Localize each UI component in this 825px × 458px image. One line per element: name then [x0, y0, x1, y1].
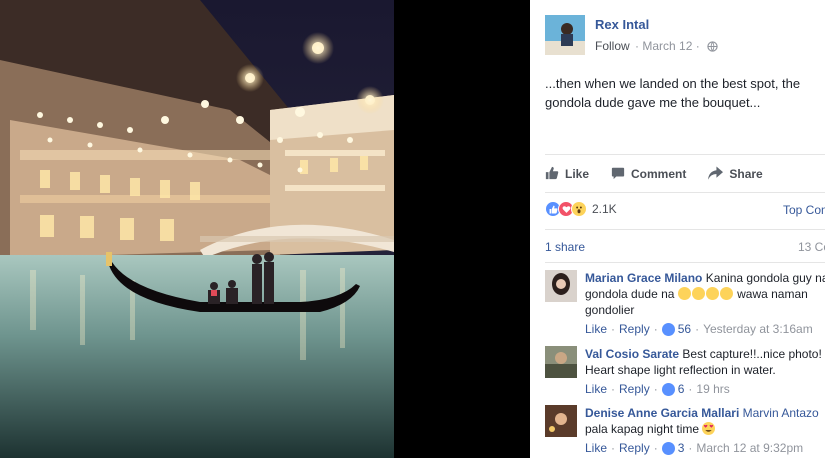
comment-text: Best capture!!..nice photo!: [682, 347, 822, 361]
divider: [545, 229, 825, 230]
divider: [545, 262, 825, 263]
commenter-avatar[interactable]: [545, 270, 577, 302]
comment-like-count[interactable]: 3: [678, 441, 685, 455]
commenter-name[interactable]: Val Cosio Sarate: [585, 347, 679, 361]
comment-reply-link[interactable]: Reply: [619, 382, 650, 396]
comment-label: Comment: [631, 167, 687, 181]
share-count[interactable]: 1 share: [545, 240, 585, 254]
thumbs-up-icon: [661, 322, 675, 336]
lightbox-backdrop: [394, 0, 530, 458]
comments-count[interactable]: 13 Comments: [798, 240, 825, 254]
divider: [545, 192, 825, 193]
commenter-name[interactable]: Denise Anne Garcia Mallari: [585, 406, 739, 420]
footer-separator: ·: [653, 382, 658, 396]
footer-separator: ·: [611, 382, 616, 396]
thumbs-up-icon: [661, 441, 675, 455]
comment-text-line: gondolier: [585, 303, 635, 317]
comment-like-count[interactable]: 56: [678, 322, 691, 336]
reaction-count: 2.1K: [592, 202, 617, 216]
share-button[interactable]: Share: [708, 164, 763, 184]
footer-separator: ·: [653, 322, 658, 336]
share-arrow-icon: [708, 165, 729, 183]
share-label: Share: [729, 167, 763, 181]
post-panel: Rex Intal Follow · March 12 · ...then wh…: [530, 0, 825, 458]
like-button[interactable]: Like: [545, 164, 589, 184]
author-avatar[interactable]: [545, 15, 585, 55]
comment-text-line: gondola dude na: [585, 287, 675, 301]
comment-like-link[interactable]: Like: [585, 322, 607, 336]
post-caption: ...then when we landed on the best spot,…: [545, 76, 801, 110]
follow-link[interactable]: Follow: [595, 39, 630, 53]
comment-like-link[interactable]: Like: [585, 382, 607, 396]
comment-timestamp[interactable]: March 12 at 9:32pm: [696, 441, 803, 455]
thumbs-up-icon: [661, 382, 675, 396]
laughing-emoji-icon: [691, 287, 705, 300]
heart-eyes-emoji-icon: [702, 422, 716, 435]
comment-reply-link[interactable]: Reply: [619, 441, 650, 455]
commenter-name[interactable]: Marian Grace Milano: [585, 271, 702, 285]
post-actions: Like Comment Share: [545, 164, 785, 184]
comment-timestamp[interactable]: 19 hrs: [696, 382, 729, 396]
post-meta: Follow · March 12 ·: [595, 39, 718, 55]
comment-text-after: wawa naman: [737, 287, 808, 301]
wow-reaction-icon: [571, 201, 587, 217]
footer-separator: ·: [688, 382, 693, 396]
divider: [545, 154, 825, 155]
comment-body: Val Cosio Sarate Best capture!!..nice ph…: [585, 346, 825, 378]
comment-text-line: pala kapag night time: [585, 422, 700, 436]
comment-footer: Like · Reply · 3 · March 12 at 9:32pm: [585, 441, 803, 455]
comment-like-link[interactable]: Like: [585, 441, 607, 455]
footer-separator: ·: [611, 322, 616, 336]
comment-reply-link[interactable]: Reply: [619, 322, 650, 336]
post-date[interactable]: March 12: [642, 39, 692, 53]
comment-like-count[interactable]: 6: [678, 382, 685, 396]
top-comments-dropdown[interactable]: Top Comments: [783, 203, 825, 217]
comment-footer: Like · Reply · 6 · 19 hrs: [585, 382, 730, 396]
thumbs-up-icon: [545, 166, 565, 183]
laughing-emoji-icon: [677, 287, 691, 300]
comment-body: Marian Grace Milano Kanina gondola guy n…: [585, 270, 825, 318]
footer-separator: ·: [611, 441, 616, 455]
post-photo[interactable]: [0, 0, 394, 458]
commenter-avatar[interactable]: [545, 405, 577, 437]
like-label: Like: [565, 167, 590, 181]
author-name[interactable]: Rex Intal: [595, 17, 649, 32]
comment-icon: [611, 166, 631, 183]
laughing-emoji-icon: [705, 287, 719, 300]
comment-text: Kanina gondola guy na: [705, 271, 825, 285]
commenter-avatar[interactable]: [545, 346, 577, 378]
meta-separator: ·: [695, 39, 700, 53]
comment-footer: Like · Reply · 56 · Yesterday at 3:16am: [585, 322, 813, 336]
meta-separator: ·: [635, 39, 640, 53]
tagged-user-link[interactable]: Marvin Antazo: [743, 406, 819, 420]
laughing-emoji-icon: [719, 287, 733, 300]
footer-separator: ·: [688, 441, 693, 455]
reaction-summary[interactable]: 2.1K: [545, 201, 617, 217]
comment-button[interactable]: Comment: [611, 164, 686, 184]
comment-body: Denise Anne Garcia Mallari Marvin Antazo…: [585, 405, 825, 437]
footer-separator: ·: [695, 322, 700, 336]
comment-timestamp[interactable]: Yesterday at 3:16am: [703, 322, 813, 336]
comment-text-line: Heart shape light reflection in water.: [585, 363, 776, 377]
footer-separator: ·: [653, 441, 658, 455]
globe-icon: [707, 41, 718, 55]
venice-canal-night-photo: [0, 0, 394, 458]
